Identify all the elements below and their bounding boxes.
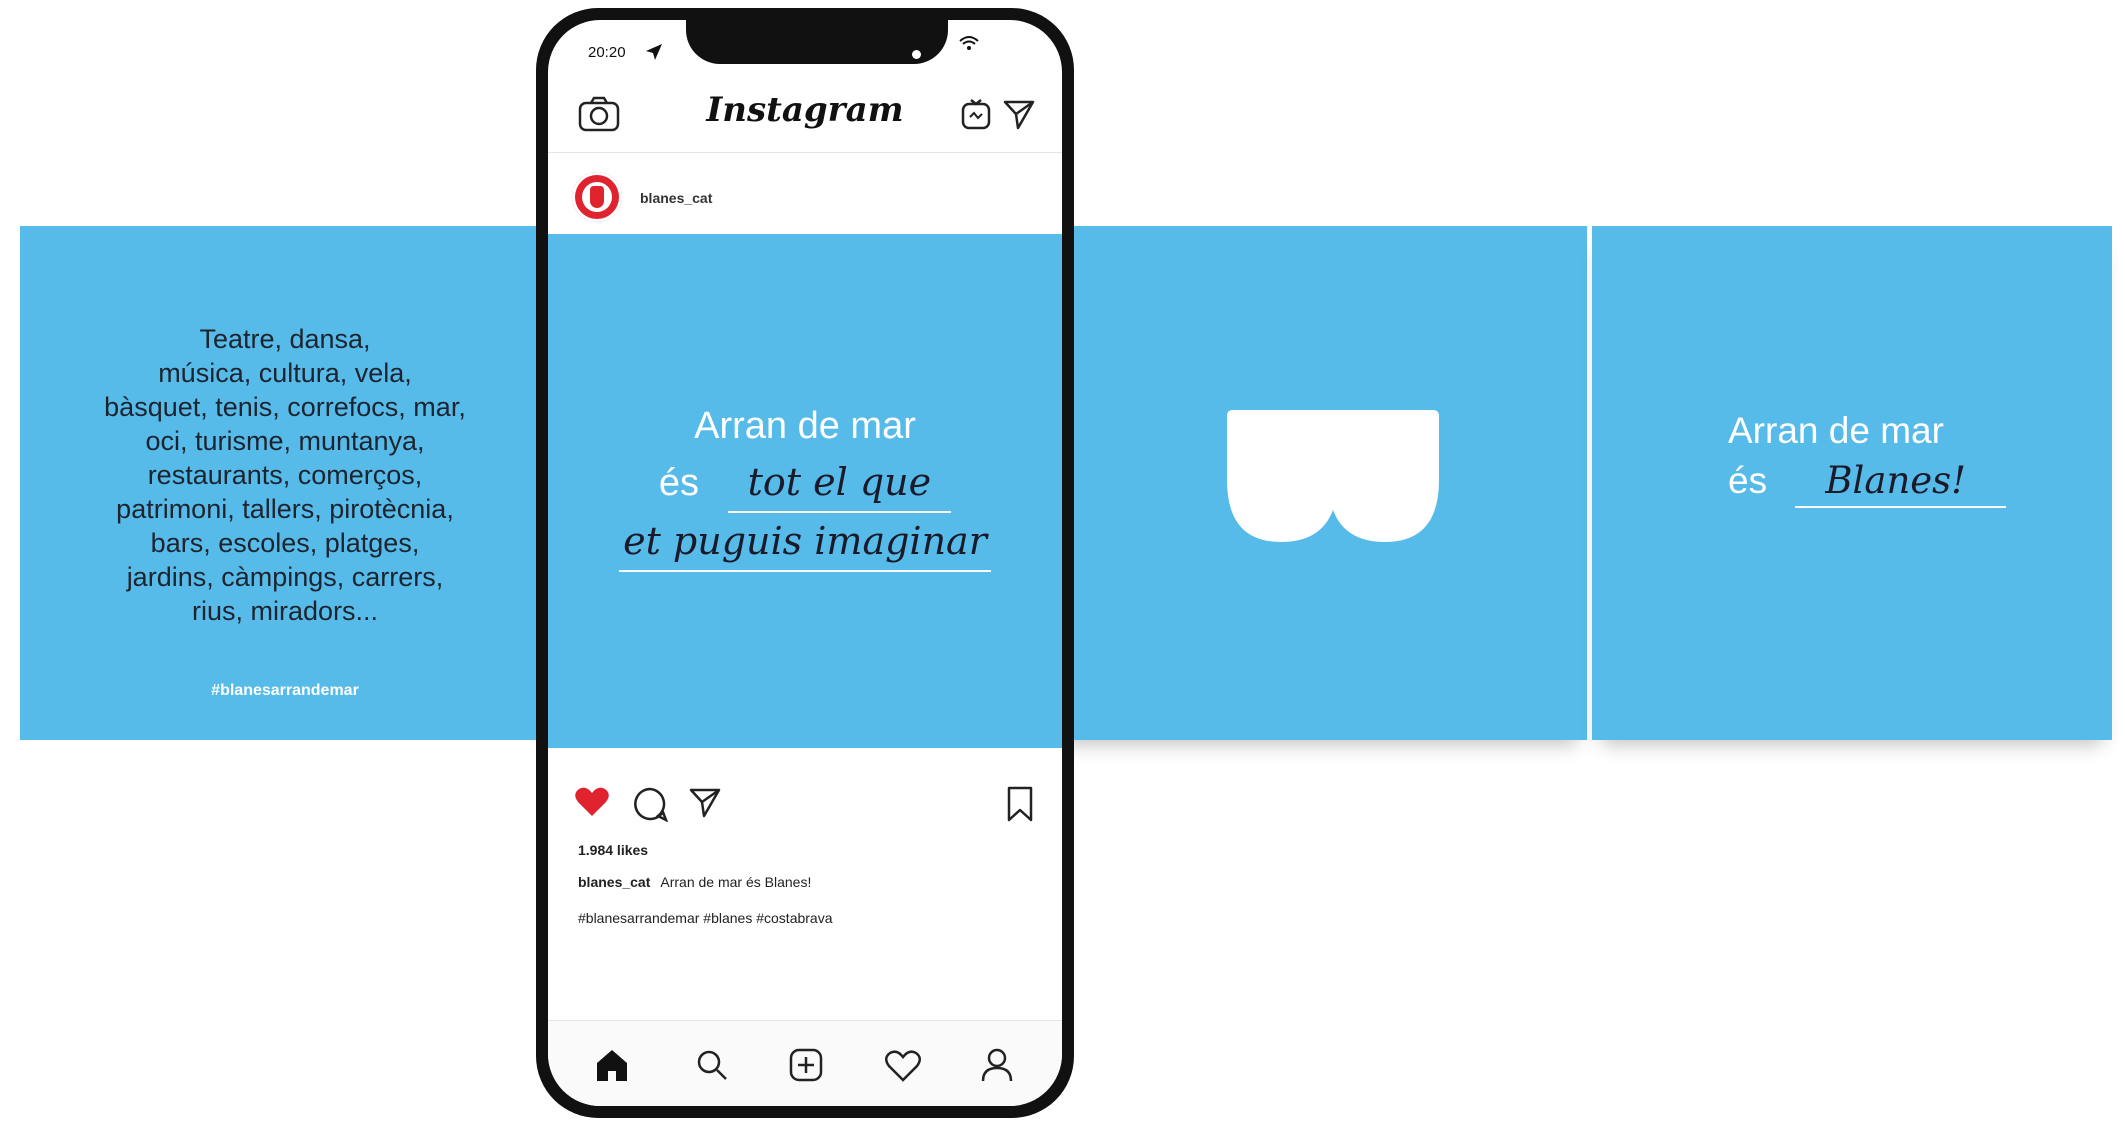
slogan-line2: és Blanes! <box>1728 456 2007 508</box>
word-line: restaurants, comerços, <box>147 460 423 490</box>
word-line: Teatre, dansa, <box>199 324 371 354</box>
word-line: jardins, càmpings, carrers, <box>126 562 444 592</box>
bottom-tab-bar <box>548 1020 1062 1106</box>
post-actions <box>548 780 1062 830</box>
caption-username[interactable]: blanes_cat <box>578 874 650 890</box>
word-line: bàsquet, tenis, correfocs, mar, <box>104 392 466 422</box>
word-line: patrimoni, tallers, pirotècnia, <box>116 494 454 524</box>
carousel-slide-word-list: Teatre, dansa, música, cultura, vela, bà… <box>20 226 550 740</box>
post-image[interactable]: Arran de mar és tot el que et puguis ima… <box>548 234 1062 748</box>
post-slogan-script2: et puguis imaginar <box>623 519 987 563</box>
post-slogan-line2: és tot el que <box>548 454 1062 513</box>
likes-count[interactable]: 1.984 likes <box>578 842 648 858</box>
post-header: blanes_cat <box>548 160 1062 232</box>
post-slogan: Arran de mar és tot el que et puguis ima… <box>548 398 1062 572</box>
home-icon[interactable] <box>594 1047 630 1083</box>
app-header: Instagram <box>548 72 1062 153</box>
campaign-hashtag: #blanesarrandemar <box>211 682 359 699</box>
blanes-logo-icon <box>1227 410 1439 542</box>
post-slogan-prefix: és <box>658 462 700 504</box>
word-line: bars, escoles, platges, <box>150 528 420 558</box>
location-arrow-icon <box>646 44 662 60</box>
share-icon[interactable] <box>688 786 722 818</box>
slogan-prefix: és <box>1728 460 1768 501</box>
wifi-icon <box>959 36 979 50</box>
heart-icon[interactable] <box>574 786 610 818</box>
activity-heart-icon[interactable] <box>884 1049 922 1083</box>
slogan-script: Blanes! <box>1825 459 1967 502</box>
slogan-line1: Arran de mar <box>1728 410 1944 451</box>
post-slogan-script: tot el que <box>747 460 932 504</box>
direct-message-icon[interactable] <box>1002 98 1036 130</box>
avatar-emblem <box>582 182 612 212</box>
phone-mockup: 20:20 Instagram blanes_cat Arran de mar … <box>536 8 1074 1118</box>
carousel-slide-logo <box>1055 226 1587 740</box>
camera-dot <box>912 50 921 59</box>
slogan: Arran de mar és Blanes! <box>1728 406 2007 508</box>
post-slogan-line3: et puguis imaginar <box>548 513 1062 572</box>
carousel-slide-slogan: Arran de mar és Blanes! <box>1592 226 2112 740</box>
profile-icon[interactable] <box>980 1047 1014 1083</box>
comment-icon[interactable] <box>632 786 668 822</box>
post-hashtags[interactable]: #blanesarrandemar #blanes #costabrava <box>578 910 833 926</box>
add-post-icon[interactable] <box>788 1047 824 1083</box>
word-line: oci, turisme, muntanya, <box>145 426 425 456</box>
search-icon[interactable] <box>696 1049 728 1081</box>
avatar[interactable] <box>572 172 622 222</box>
word-line: rius, miradors... <box>191 596 379 626</box>
phone-notch <box>686 20 948 64</box>
post-slogan-underline: tot el que <box>727 454 952 513</box>
igtv-icon[interactable] <box>960 98 992 130</box>
word-list: Teatre, dansa, música, cultura, vela, bà… <box>20 322 550 628</box>
caption-text: Arran de mar és Blanes! <box>660 874 812 890</box>
post-caption: blanes_cat Arran de mar és Blanes! <box>578 874 811 890</box>
word-line: música, cultura, vela, <box>158 358 412 388</box>
bookmark-icon[interactable] <box>1006 786 1034 822</box>
slogan-underline: Blanes! <box>1795 456 2007 508</box>
phone-screen: 20:20 Instagram blanes_cat Arran de mar … <box>548 20 1062 1106</box>
post-username[interactable]: blanes_cat <box>640 190 712 206</box>
status-time: 20:20 <box>588 44 626 61</box>
post-slogan-line1: Arran de mar <box>694 405 916 447</box>
post-slogan-underline2: et puguis imaginar <box>619 513 991 572</box>
